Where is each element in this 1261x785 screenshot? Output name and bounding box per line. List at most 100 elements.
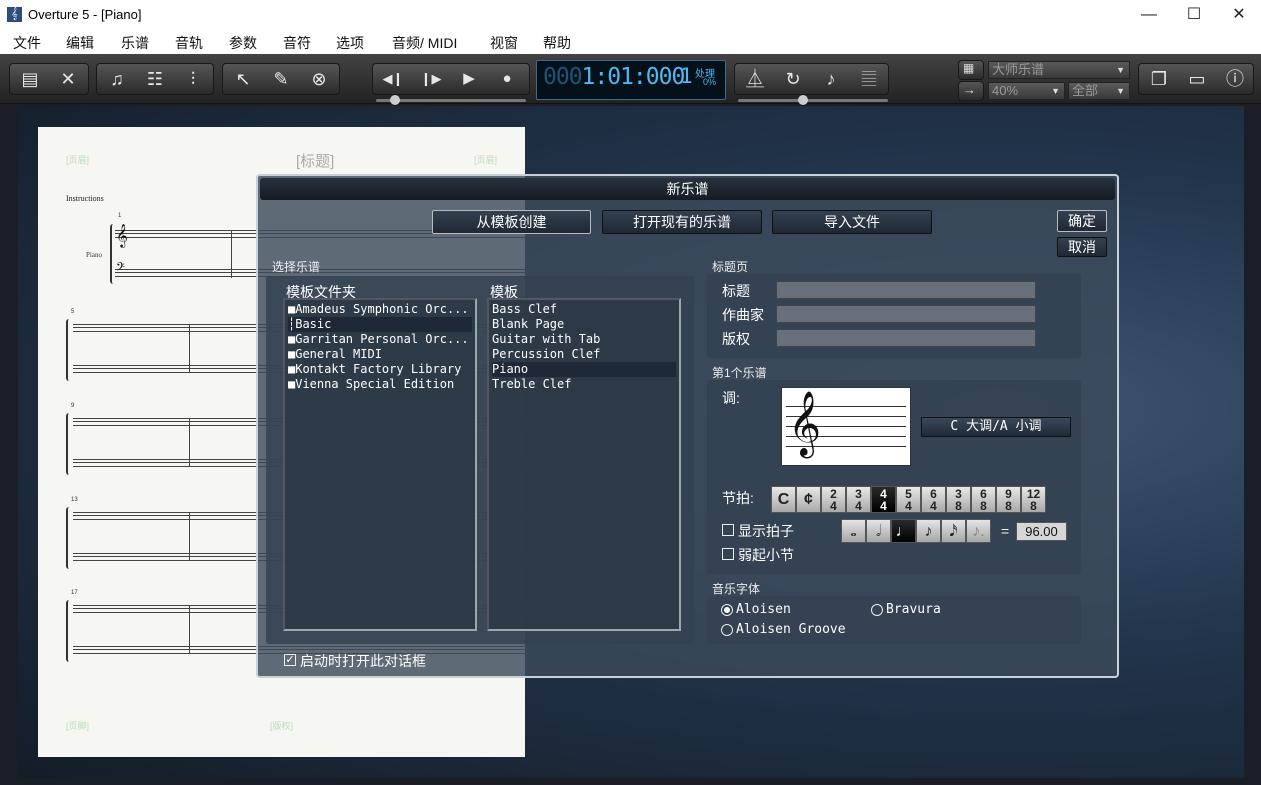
chevron-down-icon: ▼ bbox=[1116, 65, 1125, 75]
composer-field[interactable] bbox=[776, 305, 1036, 323]
title-field[interactable] bbox=[776, 281, 1036, 299]
info-icon[interactable]: ⓘ bbox=[1219, 65, 1251, 93]
note-palette-icon[interactable]: ♫ bbox=[101, 65, 133, 93]
tempo-slider[interactable] bbox=[738, 99, 888, 102]
meter-cut-button[interactable]: ¢ bbox=[796, 486, 821, 513]
folder-item[interactable]: ■Amadeus Symphonic Orc... bbox=[288, 302, 472, 317]
meter-12-8-button[interactable]: 12 8 bbox=[1021, 486, 1046, 513]
open-folder-icon[interactable]: ▭ bbox=[1181, 65, 1213, 93]
part-name: Piano bbox=[86, 251, 102, 259]
ok-button[interactable]: 确定 bbox=[1057, 210, 1107, 232]
track-sheet-icon[interactable]: ☷ bbox=[139, 65, 171, 93]
dotted-eighth-note-button[interactable]: ♪. bbox=[966, 519, 991, 543]
import-file-tab[interactable]: 导入文件 bbox=[772, 210, 932, 234]
quarter-note-button[interactable]: ♩ bbox=[891, 519, 916, 543]
view-mode-select[interactable]: 大师乐谱 ▼ bbox=[988, 61, 1130, 79]
meter-6-4-button[interactable]: 64 bbox=[921, 486, 946, 513]
menu-params[interactable]: 参数 bbox=[229, 33, 257, 53]
template-item[interactable]: Guitar with Tab bbox=[492, 332, 676, 347]
counter-time: 1:01:000 bbox=[581, 64, 686, 90]
template-folder-list[interactable]: ■Amadeus Symphonic Orc... ┆Basic ■Garrit… bbox=[283, 298, 477, 631]
quantize-note-icon[interactable]: ♪ bbox=[815, 65, 847, 93]
menu-edit[interactable]: 编辑 bbox=[66, 33, 94, 53]
measure-number: 5 bbox=[71, 309, 75, 315]
measure-number: 1 bbox=[118, 213, 122, 219]
menu-bar: 文件 编辑 乐谱 音轨 参数 音符 选项 音频/ MIDI 视窗 帮助 bbox=[0, 30, 1261, 54]
step-icon[interactable]: ❙▶ bbox=[415, 65, 447, 93]
meter-4-4-button[interactable]: 44 bbox=[871, 486, 896, 513]
menu-file[interactable]: 文件 bbox=[13, 33, 41, 53]
metronome-icon[interactable]: ⏅ bbox=[739, 65, 771, 93]
open-existing-tab[interactable]: 打开现有的乐谱 bbox=[602, 210, 762, 234]
pencil-icon[interactable]: ✎ bbox=[265, 65, 297, 93]
meter-common-button[interactable]: C bbox=[771, 486, 796, 513]
meter-2-4-button[interactable]: 24 bbox=[821, 486, 846, 513]
title-bar: 𝄞 Overture 5 - [Piano] — ☐ ✕ bbox=[0, 0, 1261, 30]
menu-window[interactable]: 视窗 bbox=[490, 33, 518, 53]
scope-select[interactable]: 全部 ▼ bbox=[1068, 82, 1130, 100]
menu-options[interactable]: 选项 bbox=[336, 33, 364, 53]
record-icon[interactable]: ● bbox=[491, 65, 523, 93]
eighth-note-button[interactable]: ♪ bbox=[916, 519, 941, 543]
copyright-field[interactable] bbox=[776, 329, 1036, 347]
menu-score[interactable]: 乐谱 bbox=[121, 33, 149, 53]
meter-3-8-button[interactable]: 38 bbox=[946, 486, 971, 513]
chevron-down-icon: ▼ bbox=[1051, 86, 1060, 96]
instructions-text: Instructions bbox=[66, 194, 104, 203]
meter-6-8-button[interactable]: 68 bbox=[971, 486, 996, 513]
copy-score-icon[interactable]: ❐ bbox=[1143, 65, 1175, 93]
rewind-icon[interactable]: ◀❙ bbox=[377, 65, 409, 93]
folder-item[interactable]: ■Kontakt Factory Library bbox=[288, 362, 472, 377]
template-list[interactable]: Bass Clef Blank Page Guitar with Tab Per… bbox=[487, 298, 681, 631]
toolbar-group-windows: ♫ ☷ ⫶ bbox=[96, 63, 214, 95]
meter-3-4-button[interactable]: 34 bbox=[846, 486, 871, 513]
font-aloisen-groove-radio[interactable] bbox=[721, 624, 733, 636]
arrow-right-icon: → bbox=[963, 82, 976, 97]
tools-icon[interactable]: ✕ bbox=[52, 65, 84, 93]
zoom-select[interactable]: 40% ▼ bbox=[988, 82, 1065, 100]
position-slider-knob[interactable] bbox=[390, 95, 400, 105]
erase-icon[interactable]: ⊗ bbox=[303, 65, 335, 93]
meter-5-4-button[interactable]: 54 bbox=[896, 486, 921, 513]
pickup-bar-checkbox[interactable] bbox=[722, 548, 734, 560]
loop-icon[interactable]: ↻ bbox=[777, 65, 809, 93]
menu-notes[interactable]: 音符 bbox=[283, 33, 311, 53]
menu-help[interactable]: 帮助 bbox=[543, 33, 571, 53]
sixteenth-note-button[interactable]: 𝅘𝅥𝅯 bbox=[941, 519, 966, 543]
music-font-heading: 音乐字体 bbox=[712, 582, 761, 596]
tempo-slider-knob[interactable] bbox=[798, 95, 808, 105]
show-on-startup-checkbox[interactable]: ✓ bbox=[284, 654, 296, 666]
template-item[interactable]: Piano bbox=[492, 362, 676, 377]
folder-item[interactable]: ┆Basic bbox=[288, 317, 472, 332]
folder-item[interactable]: ■Vienna Special Edition bbox=[288, 377, 472, 392]
tempo-equals-sign: = bbox=[1001, 523, 1010, 539]
half-note-button[interactable]: 𝅗𝅥 bbox=[866, 519, 891, 543]
font-bravura-radio[interactable] bbox=[871, 604, 883, 616]
first-staff-heading: 第1个乐谱 bbox=[712, 366, 767, 380]
maximize-button[interactable]: ☐ bbox=[1171, 0, 1217, 30]
menu-audio-midi[interactable]: 音频/ MIDI bbox=[392, 33, 457, 53]
minimize-button[interactable]: — bbox=[1126, 0, 1172, 30]
show-beats-checkbox[interactable] bbox=[722, 524, 734, 536]
tempo-field[interactable]: 96.00 bbox=[1016, 522, 1067, 541]
folder-item[interactable]: ■Garritan Personal Orc... bbox=[288, 332, 472, 347]
template-item[interactable]: Blank Page bbox=[492, 317, 676, 332]
template-item[interactable]: Treble Clef bbox=[492, 377, 676, 392]
font-aloisen-radio[interactable] bbox=[721, 604, 733, 616]
cancel-button[interactable]: 取消 bbox=[1057, 237, 1107, 257]
staff-icon[interactable]: 𝄚 bbox=[853, 65, 885, 93]
template-item[interactable]: Bass Clef bbox=[492, 302, 676, 317]
meter-9-8-button[interactable]: 98 bbox=[996, 486, 1021, 513]
menu-track[interactable]: 音轨 bbox=[175, 33, 203, 53]
mixer-icon[interactable]: ⫶ bbox=[177, 65, 209, 93]
page-view-icon[interactable]: ▤ bbox=[14, 65, 46, 93]
whole-note-button[interactable]: 𝅝 bbox=[841, 519, 866, 543]
play-icon[interactable]: ▶ bbox=[453, 65, 485, 93]
template-item[interactable]: Percussion Clef bbox=[492, 347, 676, 362]
from-template-tab[interactable]: 从模板创建 bbox=[432, 210, 591, 234]
key-signature-button[interactable]: C 大调/A 小调 bbox=[921, 417, 1071, 437]
treble-clef-icon: 𝄞 bbox=[116, 223, 128, 247]
close-button[interactable]: ✕ bbox=[1216, 0, 1261, 30]
select-arrow-icon[interactable]: ↖ bbox=[227, 65, 259, 93]
folder-item[interactable]: ■General MIDI bbox=[288, 347, 472, 362]
